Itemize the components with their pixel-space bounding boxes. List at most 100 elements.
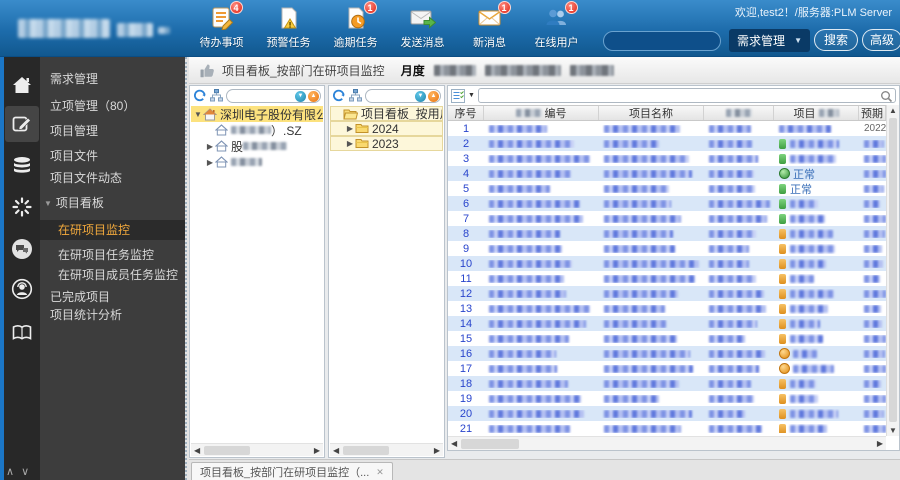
table-row[interactable]: 18 xyxy=(448,376,886,391)
sidebar-item-7[interactable]: 项目统计分析 xyxy=(40,305,185,325)
column-header-5[interactable]: 预期 xyxy=(859,106,886,120)
locate-down-button[interactable]: ▼ xyxy=(415,90,426,102)
table-row[interactable]: 10 xyxy=(448,256,886,271)
scroll-left-arrow[interactable]: ◀ xyxy=(451,437,457,451)
advanced-search-button[interactable]: 高级 xyxy=(862,29,900,51)
toolbar-item-send-message[interactable]: 发送消息 xyxy=(389,5,456,50)
org-structure-icon[interactable] xyxy=(210,89,223,102)
column-header-label: 序号 xyxy=(454,108,477,120)
scroll-right-arrow[interactable]: ▶ xyxy=(314,444,320,457)
tree-filter-input[interactable]: ▼ ▲ xyxy=(226,88,321,103)
column-header-4[interactable]: 项目 xyxy=(774,106,859,120)
column-header-2[interactable]: 项目名称 xyxy=(599,106,704,120)
refresh-icon[interactable] xyxy=(193,89,207,102)
sidebar-item-6[interactable]: 已完成项目 xyxy=(40,287,185,307)
sidebar-subitem-5-2[interactable]: 在研项目成员任务监控 xyxy=(40,265,185,285)
redacted-text xyxy=(790,139,839,148)
org-structure-icon[interactable] xyxy=(349,89,362,102)
column-header-0[interactable]: 序号 xyxy=(448,106,484,120)
table-search-input[interactable] xyxy=(477,88,896,103)
chevron-right-icon[interactable]: ▶ xyxy=(345,124,355,133)
scroll-left-arrow[interactable]: ◀ xyxy=(333,444,339,457)
sidebar-subitem-5-1[interactable]: 在研项目任务监控 xyxy=(40,245,185,265)
toolbar-item-todo[interactable]: 4 待办事项 xyxy=(188,1,255,50)
sidebar-item-2[interactable]: 项目管理 xyxy=(40,121,185,141)
sidebar-item-5[interactable]: ▼ 项目看板 xyxy=(40,193,185,213)
table-row[interactable]: 9 xyxy=(448,241,886,256)
toolbar-item-new-message[interactable]: 1 新消息 xyxy=(456,1,523,50)
tree-node[interactable]: ▶ 股 xyxy=(191,138,323,154)
search-icon[interactable] xyxy=(880,90,893,103)
table-row[interactable]: 3 xyxy=(448,151,886,166)
scrollbar-thumb[interactable] xyxy=(889,118,897,422)
sidebar-item-0[interactable]: 需求管理 xyxy=(40,69,185,89)
tree-node[interactable]: ▶ 2024 xyxy=(330,121,443,136)
sidebar-item-1[interactable]: 立项管理（80） xyxy=(40,96,185,116)
scrollbar-thumb[interactable] xyxy=(343,446,389,455)
iconbar-item-edit[interactable] xyxy=(9,111,35,137)
tree-node[interactable]: ▶ 2023 xyxy=(330,136,443,151)
scroll-up-arrow[interactable]: ▲ xyxy=(887,106,899,115)
tree-node[interactable]: ▼ 深圳电子股份有限公司 xyxy=(191,106,323,122)
sidebar-item-3[interactable]: 项目文件 xyxy=(40,146,185,166)
scroll-right-arrow[interactable]: ▶ xyxy=(434,444,440,457)
tab-project-board-monitor[interactable]: 项目看板_按部门在研项目监控（... ✕ xyxy=(191,462,393,480)
table-row[interactable]: 7 xyxy=(448,211,886,226)
sidebar-scroll-chevrons[interactable]: ∧ ∨ xyxy=(6,465,36,478)
iconbar-item-database[interactable] xyxy=(9,153,35,179)
toolbar-item-alert-task[interactable]: 预警任务 xyxy=(255,5,322,50)
table-row[interactable]: 21 xyxy=(448,421,886,433)
locate-up-button[interactable]: ▲ xyxy=(308,90,319,102)
table-row[interactable]: 15 xyxy=(448,331,886,346)
search-category-dropdown[interactable]: 需求管理 ▼ xyxy=(729,29,810,52)
chevron-right-icon[interactable]: ▶ xyxy=(205,158,215,167)
close-icon[interactable]: ✕ xyxy=(376,467,384,478)
table-row[interactable]: 8 xyxy=(448,226,886,241)
toolbar-item-online-users[interactable]: 1 在线用户 xyxy=(523,1,590,50)
tree-node[interactable]: ▶ xyxy=(191,154,323,170)
table-row[interactable]: 13 xyxy=(448,301,886,316)
sidebar-item-4[interactable]: 项目文件动态 xyxy=(40,168,185,188)
scroll-left-arrow[interactable]: ◀ xyxy=(194,444,200,457)
chevron-right-icon[interactable]: ▶ xyxy=(345,139,355,148)
toolbar-item-overdue-task[interactable]: 1 逾期任务 xyxy=(322,1,389,50)
sidebar-subitem-5-0[interactable]: 在研项目监控 xyxy=(40,220,185,240)
column-header-1[interactable]: 编号 xyxy=(484,106,599,120)
refresh-icon[interactable] xyxy=(332,89,346,102)
locate-down-button[interactable]: ▼ xyxy=(295,90,306,102)
iconbar-item-loading[interactable] xyxy=(9,194,35,220)
chevron-right-icon[interactable]: ▶ xyxy=(205,142,215,151)
table-row[interactable]: 6 xyxy=(448,196,886,211)
table-row[interactable]: 12 xyxy=(448,286,886,301)
iconbar-item-chat[interactable] xyxy=(9,236,35,262)
table-row[interactable]: 11 xyxy=(448,271,886,286)
table-row[interactable]: 5 正常 xyxy=(448,181,886,196)
scroll-right-arrow[interactable]: ▶ xyxy=(877,437,883,451)
chevron-down-icon[interactable]: ▼ xyxy=(468,92,475,99)
global-search-input[interactable] xyxy=(603,31,721,51)
table-row[interactable]: 2 xyxy=(448,136,886,151)
table-row[interactable]: 17 xyxy=(448,361,886,376)
scroll-down-arrow[interactable]: ▼ xyxy=(887,426,899,435)
chevron-down-icon[interactable]: ∨ xyxy=(21,466,29,478)
tree-node[interactable]: ）.SZ xyxy=(191,122,323,138)
column-header-3[interactable] xyxy=(704,106,774,120)
search-button[interactable]: 搜索 xyxy=(814,29,858,51)
locate-up-button[interactable]: ▲ xyxy=(428,90,439,102)
tree-filter-input[interactable]: ▼ ▲ xyxy=(365,88,441,103)
scrollbar-thumb[interactable] xyxy=(461,439,519,449)
chevron-up-icon[interactable]: ∧ xyxy=(6,466,14,478)
chevron-down-icon[interactable]: ▼ xyxy=(193,110,203,119)
tree-node[interactable]: 项目看板_按用户在研项 xyxy=(330,106,443,121)
iconbar-item-home[interactable] xyxy=(9,73,35,99)
list-filter-icon[interactable] xyxy=(451,88,465,103)
table-row[interactable]: 1 2022-10 xyxy=(448,121,886,136)
table-row[interactable]: 14 xyxy=(448,316,886,331)
table-row[interactable]: 19 xyxy=(448,391,886,406)
table-row[interactable]: 16 xyxy=(448,346,886,361)
scrollbar-thumb[interactable] xyxy=(204,446,250,455)
table-row[interactable]: 20 xyxy=(448,406,886,421)
iconbar-item-book[interactable] xyxy=(9,320,35,346)
iconbar-item-support[interactable] xyxy=(9,276,35,302)
table-row[interactable]: 4 正常 xyxy=(448,166,886,181)
